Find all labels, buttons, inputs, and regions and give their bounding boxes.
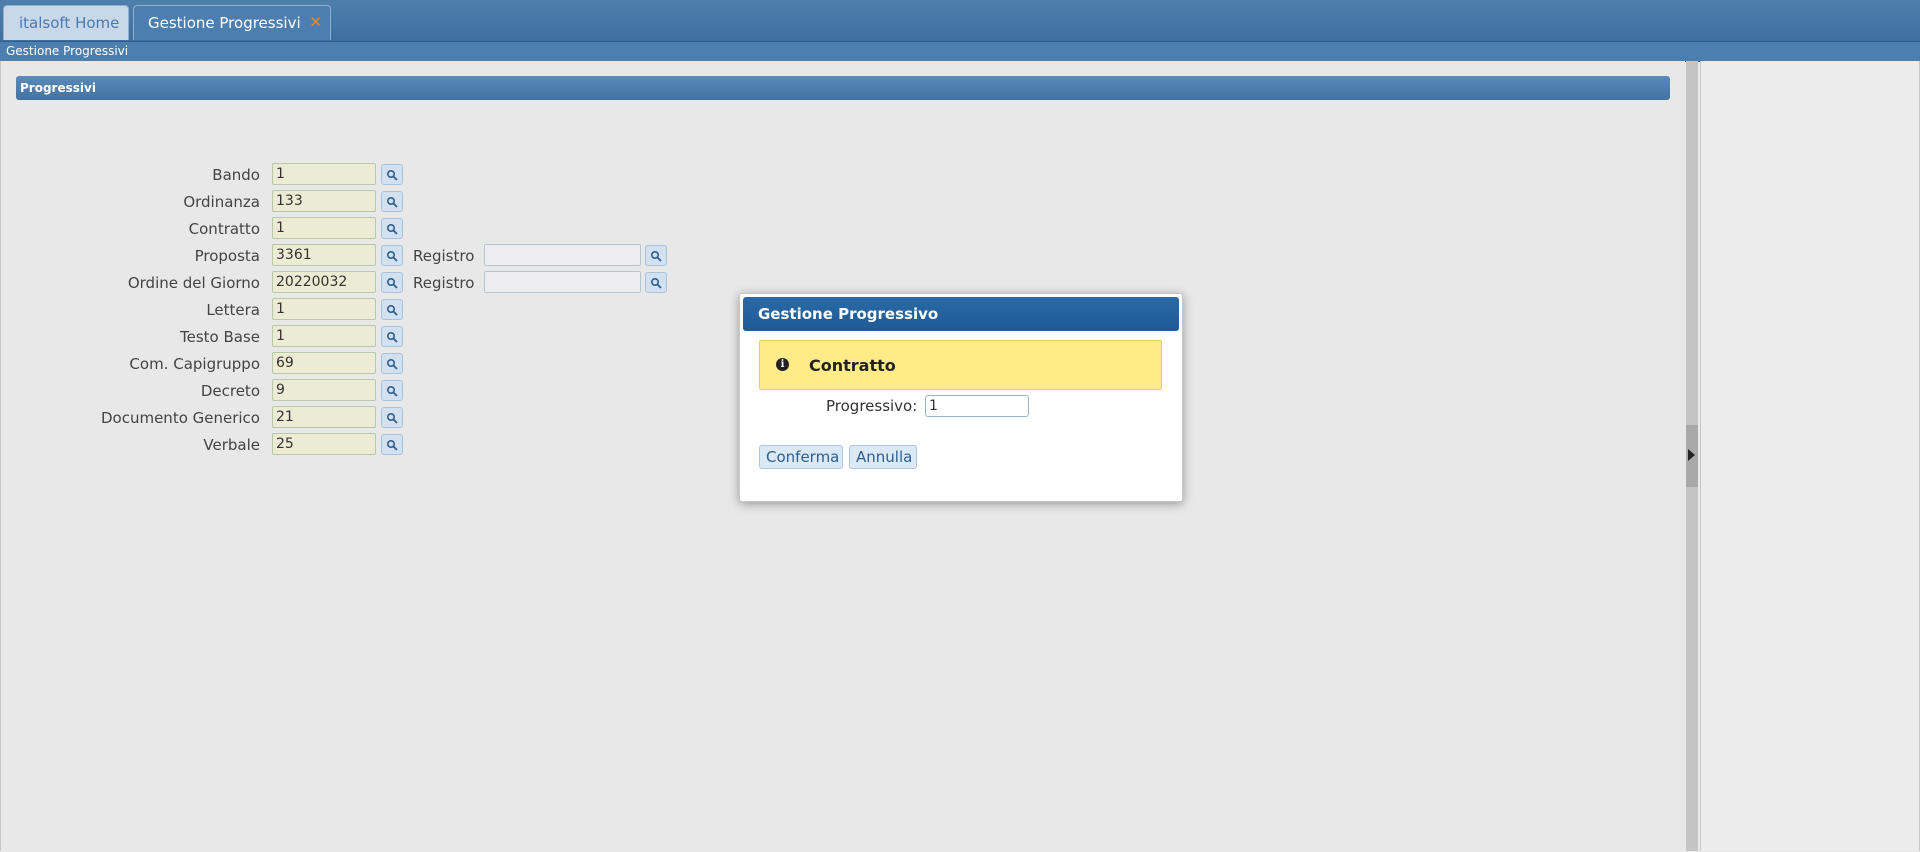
field-row-ordine-del-giorno: Ordine del Giorno Registro (1, 271, 701, 295)
field-label: Ordinanza (183, 193, 260, 211)
search-icon[interactable] (381, 245, 403, 266)
proposta-registro-input[interactable] (484, 244, 641, 266)
progressivo-label: Progressivo: (826, 397, 918, 415)
decreto-input[interactable] (272, 379, 376, 401)
field-label: Lettera (206, 301, 260, 319)
ordinanza-input[interactable] (272, 190, 376, 212)
search-icon[interactable] (381, 353, 403, 374)
proposta-input[interactable] (272, 244, 376, 266)
ordine-registro-input[interactable] (484, 271, 641, 293)
gestione-progressivo-dialog: Gestione Progressivo i Contratto Progres… (739, 293, 1183, 502)
search-icon[interactable] (381, 407, 403, 428)
tab-label: Gestione Progressivi (148, 14, 301, 32)
field-row-testo-base: Testo Base (1, 325, 701, 349)
field-row-bando: Bando (1, 163, 701, 187)
field-row-contratto: Contratto (1, 217, 701, 241)
close-icon[interactable]: ✕ (309, 13, 322, 31)
info-title: Contratto (809, 356, 896, 375)
section-header: Progressivi (16, 76, 1670, 100)
search-icon[interactable] (381, 380, 403, 401)
search-icon[interactable] (381, 191, 403, 212)
field-row-com-capigruppo: Com. Capigruppo (1, 352, 701, 376)
bando-input[interactable] (272, 163, 376, 185)
field-label: Verbale (203, 436, 260, 454)
annulla-button[interactable]: Annulla (849, 445, 917, 469)
lettera-input[interactable] (272, 298, 376, 320)
search-icon[interactable] (381, 164, 403, 185)
com-capigruppo-input[interactable] (272, 352, 376, 374)
tab-gestione-progressivi[interactable]: Gestione Progressivi ✕ (133, 5, 331, 40)
field-label: Testo Base (179, 328, 260, 346)
tab-bar: italsoft Home Gestione Progressivi ✕ (0, 0, 1920, 42)
search-icon[interactable] (381, 272, 403, 293)
search-icon[interactable] (645, 272, 667, 293)
field-label: Ordine del Giorno (127, 274, 260, 292)
tab-label: italsoft Home (19, 14, 120, 32)
field-label: Proposta (194, 247, 260, 265)
right-panel (1700, 61, 1920, 851)
search-icon[interactable] (645, 245, 667, 266)
contratto-input[interactable] (272, 217, 376, 239)
verbale-input[interactable] (272, 433, 376, 455)
field-label: Decreto (200, 382, 260, 400)
testo-base-input[interactable] (272, 325, 376, 347)
field-label: Documento Generico (100, 409, 260, 427)
search-icon[interactable] (381, 326, 403, 347)
field-row-proposta: Proposta Registro (1, 244, 701, 268)
field-row-decreto: Decreto (1, 379, 701, 403)
search-icon[interactable] (381, 218, 403, 239)
field-row-ordinanza: Ordinanza (1, 190, 701, 214)
conferma-button[interactable]: Conferma (759, 445, 843, 469)
field-label: Com. Capigruppo (129, 355, 260, 373)
search-icon[interactable] (381, 434, 403, 455)
progressivo-input[interactable] (925, 395, 1029, 417)
ordine-del-giorno-input[interactable] (272, 271, 376, 293)
search-icon[interactable] (381, 299, 403, 320)
arrow-right-icon[interactable] (1688, 449, 1695, 461)
breadcrumb: Gestione Progressivi (6, 44, 129, 58)
tab-italsoft-home[interactable]: italsoft Home (3, 5, 129, 40)
field-row-verbale: Verbale (1, 433, 701, 457)
field-row-lettera: Lettera (1, 298, 701, 322)
breadcrumb-bar: Gestione Progressivi (0, 42, 1920, 62)
field-label: Contratto (188, 220, 260, 238)
documento-generico-input[interactable] (272, 406, 376, 428)
registro-label: Registro (413, 247, 475, 265)
field-row-documento-generico: Documento Generico (1, 406, 701, 430)
info-box: i Contratto (759, 340, 1162, 390)
dialog-title: Gestione Progressivo (743, 297, 1179, 331)
field-label: Bando (212, 166, 260, 184)
registro-label: Registro (413, 274, 475, 292)
info-icon: i (776, 358, 789, 371)
